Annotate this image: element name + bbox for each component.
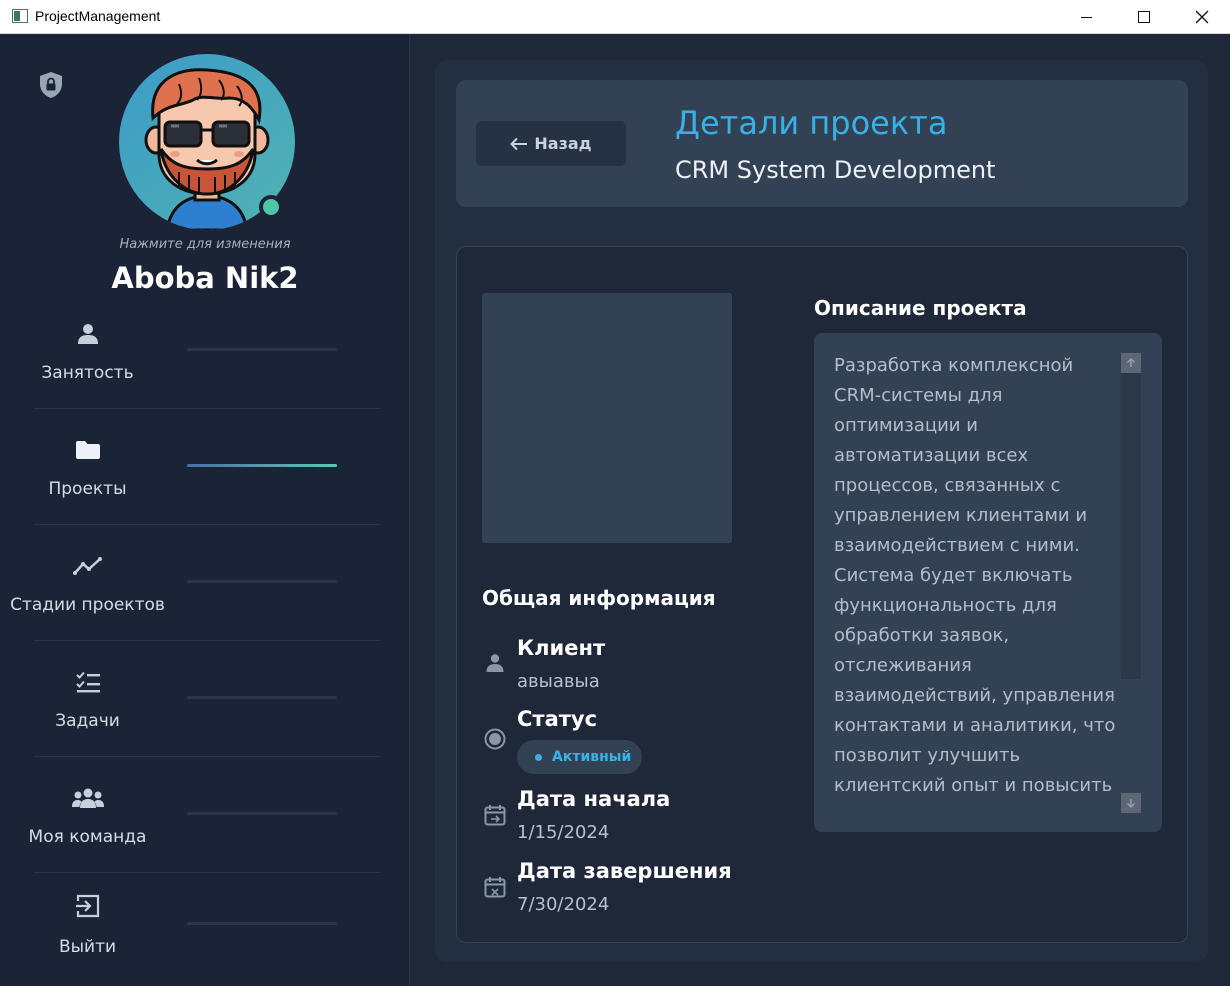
sidebar-item-indicator-active (187, 464, 337, 467)
close-icon (1195, 10, 1209, 24)
sidebar-item-my-team[interactable]: Моя команда (0, 756, 380, 872)
sidebar-item-indicator (187, 348, 337, 351)
sidebar-item-project-stages[interactable]: Стадии проектов (0, 524, 380, 640)
close-button[interactable] (1173, 0, 1230, 34)
sidebar-item-label: Выйти (58, 937, 117, 957)
client-label: Клиент (517, 636, 606, 660)
sidebar-item-label: Занятость (41, 363, 134, 383)
sidebar-item-tasks[interactable]: Задачи (0, 640, 380, 756)
chevron-down-icon (1127, 799, 1135, 808)
end-date-value: 7/30/2024 (517, 894, 610, 915)
scroll-down-button[interactable] (1121, 793, 1141, 813)
description-box: Разработка комплексной CRM-системы для о… (814, 333, 1162, 832)
client-icon (482, 650, 508, 676)
sidebar-item-label: Моя команда (28, 827, 147, 847)
maximize-icon (1138, 11, 1150, 23)
avatar-hint: Нажмите для изменения (119, 237, 291, 252)
maximize-button[interactable] (1115, 0, 1173, 34)
user-name: Aboba Nik2 (111, 261, 299, 295)
general-info-title: Общая информация (482, 586, 716, 610)
page-title: Детали проекта (675, 104, 948, 142)
scroll-up-button[interactable] (1121, 353, 1141, 373)
chevron-up-icon (1127, 358, 1135, 367)
arrow-left-icon (510, 137, 528, 150)
sidebar-item-label: Проекты (48, 479, 127, 499)
calendar-start-icon (482, 802, 508, 828)
minimize-icon (1080, 16, 1092, 18)
sidebar-item-label: Стадии проектов (10, 595, 165, 615)
status-icon (482, 726, 508, 752)
start-date-label: Дата начала (517, 787, 671, 811)
back-button-label: Назад (534, 134, 592, 153)
project-name: CRM System Development (675, 156, 996, 184)
window-title: ProjectManagement (35, 8, 161, 24)
user-icon (70, 318, 106, 350)
chart-line-icon (70, 550, 106, 582)
client-value: авыавыа (517, 671, 600, 692)
admin-shield-button[interactable] (36, 70, 66, 100)
sidebar-item-label: Задачи (55, 711, 120, 731)
end-date-label: Дата завершения (517, 859, 732, 883)
status-dot (535, 753, 542, 761)
shield-lock-icon (40, 72, 62, 98)
status-label: Статус (517, 707, 598, 731)
sidebar-item-indicator (187, 922, 337, 925)
start-date-value: 1/15/2024 (517, 822, 610, 843)
team-icon (70, 782, 106, 814)
description-title: Описание проекта (814, 296, 1027, 320)
calendar-end-icon (482, 874, 508, 900)
sidebar-item-projects[interactable]: Проекты (0, 408, 380, 524)
back-button[interactable]: Назад (476, 121, 626, 166)
description-text: Разработка комплексной CRM-системы для о… (834, 355, 1116, 811)
status-badge: Активный (517, 740, 642, 774)
sidebar-item-indicator (187, 696, 337, 699)
sidebar-item-indicator (187, 580, 337, 583)
sidebar-item-occupancy[interactable]: Занятость (0, 292, 380, 408)
logout-icon (70, 890, 106, 922)
description-scrollbar[interactable] (1121, 353, 1141, 813)
project-image-placeholder (482, 293, 732, 543)
folder-icon (70, 434, 106, 466)
sidebar-item-logout[interactable]: Выйти (0, 872, 380, 986)
status-value: Активный (552, 749, 632, 765)
sidebar-item-indicator (187, 812, 337, 815)
minimize-button[interactable] (1057, 0, 1115, 34)
online-status-dot (259, 195, 283, 219)
tasks-icon (70, 666, 106, 698)
window-titlebar: ProjectManagement (0, 0, 1230, 34)
scrollbar-thumb[interactable] (1121, 373, 1141, 679)
app-icon (12, 9, 28, 23)
